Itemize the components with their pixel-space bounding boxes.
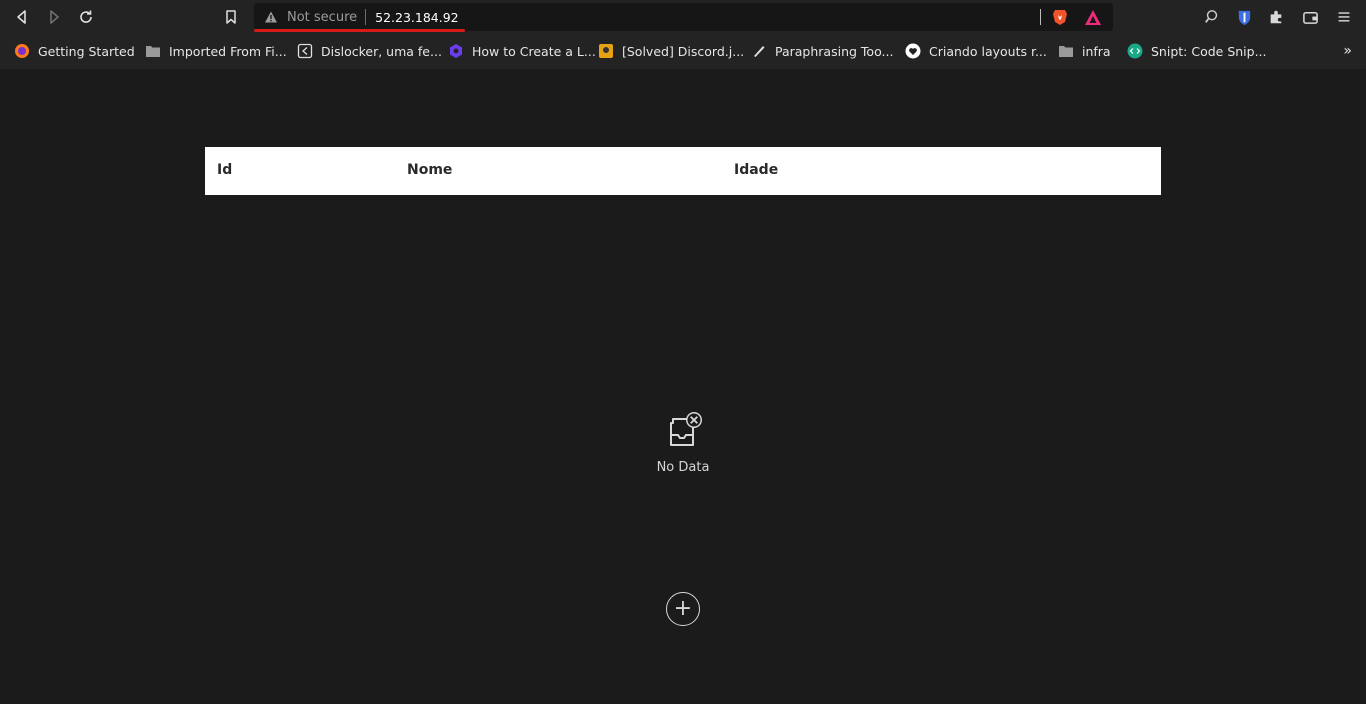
bookmark-item[interactable]: [Solved] Discord.j... xyxy=(598,41,744,61)
bookmark-label: Snipt: Code Snip... xyxy=(1151,43,1267,59)
bookmark-label: Imported From Fi... xyxy=(169,43,287,59)
bookmark-label: Dislocker, uma fe... xyxy=(321,43,442,59)
bookmark-item[interactable]: How to Create a L... xyxy=(448,41,596,61)
vpn-icon[interactable] xyxy=(1203,8,1221,26)
address-separator xyxy=(365,9,367,25)
bookmark-label: Getting Started xyxy=(38,43,135,59)
bookmark-button[interactable] xyxy=(219,6,243,28)
browser-chrome: Not secure 52.23.184.92 Getting Started … xyxy=(0,0,1366,69)
bookmarks-overflow-icon[interactable]: » xyxy=(1343,43,1352,59)
security-label[interactable]: Not secure xyxy=(287,10,357,25)
table-header: Id Nome Idade xyxy=(205,147,1161,195)
browser-toolbar: Not secure 52.23.184.92 xyxy=(0,0,1366,34)
column-header-idade: Idade xyxy=(734,162,779,178)
folder-icon xyxy=(145,43,161,59)
menu-icon[interactable] xyxy=(1335,8,1353,26)
favicon-icon xyxy=(598,43,614,59)
bookmark-item[interactable]: Getting Started xyxy=(14,41,135,61)
bookmark-icon xyxy=(226,10,236,24)
back-arrow-icon xyxy=(17,10,26,24)
bookmark-item[interactable]: Dislocker, uma fe... xyxy=(297,41,442,61)
address-bar[interactable]: Not secure 52.23.184.92 xyxy=(254,3,1113,32)
brave-shields-icon[interactable] xyxy=(1051,8,1069,26)
extensions-icon[interactable] xyxy=(1267,8,1285,26)
share-icon xyxy=(297,43,313,59)
column-header-nome: Nome xyxy=(407,162,453,178)
brave-rewards-icon[interactable] xyxy=(1084,9,1102,26)
page-content: Id Nome Idade No Data + xyxy=(0,69,1366,704)
back-button[interactable] xyxy=(10,6,34,28)
bookmark-label: infra xyxy=(1082,43,1111,59)
reload-icon xyxy=(80,10,92,23)
bookmarks-bar: Getting Started Imported From Fi... Disl… xyxy=(0,34,1366,69)
bookmark-label: Criando layouts r... xyxy=(929,43,1047,59)
reload-button[interactable] xyxy=(74,6,98,28)
bookmark-label: How to Create a L... xyxy=(472,43,596,59)
bitwarden-icon[interactable] xyxy=(1235,8,1253,26)
bookmark-item[interactable]: Criando layouts r... xyxy=(905,41,1047,61)
add-button[interactable]: + xyxy=(666,592,700,626)
url-text[interactable]: 52.23.184.92 xyxy=(375,10,459,25)
wallet-icon[interactable] xyxy=(1301,8,1319,26)
bookmark-label: Paraphrasing Too... xyxy=(775,43,894,59)
empty-inbox-icon xyxy=(663,411,703,451)
warning-icon[interactable] xyxy=(264,10,278,24)
pen-icon xyxy=(751,43,767,59)
bookmark-item[interactable]: infra xyxy=(1058,41,1111,61)
column-header-id: Id xyxy=(217,162,233,178)
bookmark-label: [Solved] Discord.j... xyxy=(622,43,745,59)
forward-arrow-icon xyxy=(50,10,59,24)
empty-state: No Data xyxy=(643,411,723,475)
url-underline xyxy=(254,29,465,32)
plus-icon: + xyxy=(673,596,693,621)
bookmark-item[interactable]: Paraphrasing Too... xyxy=(751,41,893,61)
forward-button[interactable] xyxy=(42,6,66,28)
bookmark-item[interactable]: Imported From Fi... xyxy=(145,41,287,61)
hexagon-icon xyxy=(448,43,464,59)
bookmark-item[interactable]: Snipt: Code Snip... xyxy=(1127,41,1267,61)
firefox-icon xyxy=(14,43,30,59)
empty-text: No Data xyxy=(656,460,710,475)
heart-icon xyxy=(905,43,921,59)
address-right-separator xyxy=(1040,9,1041,25)
code-icon xyxy=(1127,43,1143,59)
folder-icon xyxy=(1058,43,1074,59)
